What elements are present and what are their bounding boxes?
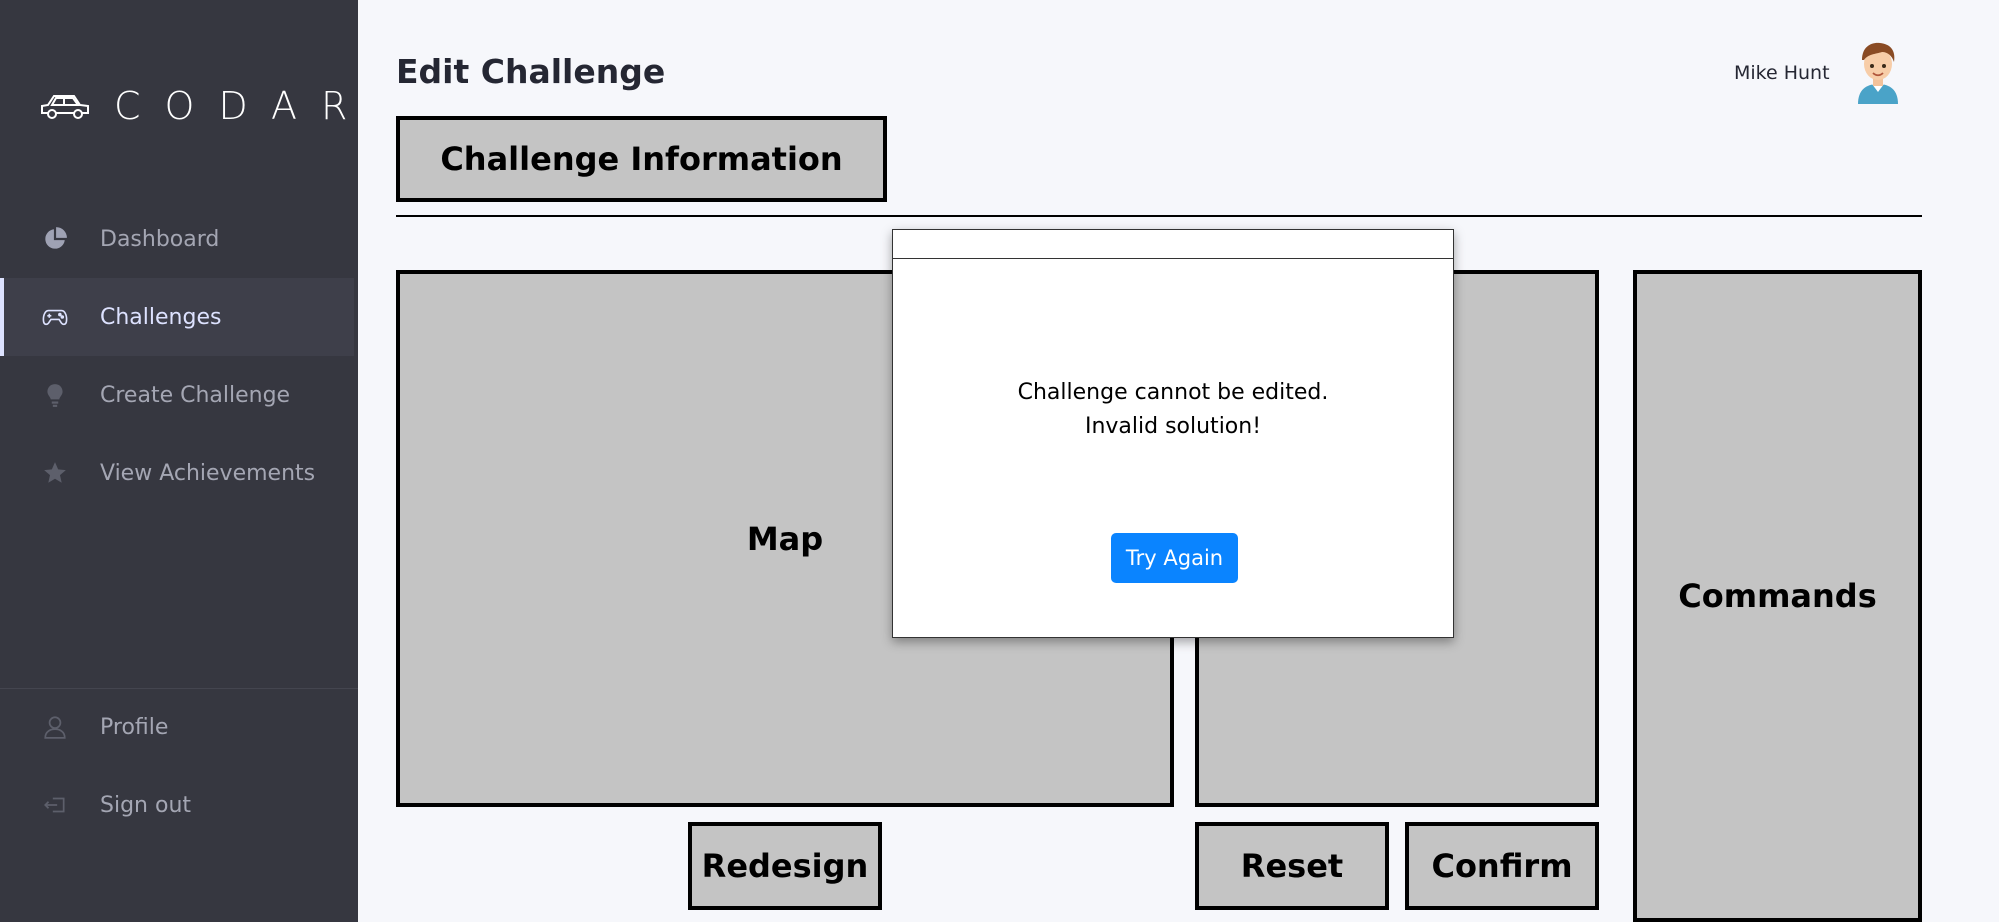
user-name[interactable]: Mike Hunt: [1734, 62, 1830, 84]
tab-challenge-information[interactable]: Challenge Information: [396, 116, 887, 202]
lightbulb-icon: [38, 378, 72, 412]
redesign-button-label: Redesign: [701, 847, 869, 885]
divider: [396, 215, 1922, 217]
confirm-button[interactable]: Confirm: [1405, 822, 1599, 910]
sidebar-item-profile[interactable]: Profile: [0, 688, 354, 766]
reset-button-label: Reset: [1240, 847, 1344, 885]
avatar[interactable]: [1850, 38, 1906, 104]
dialog-message: Challenge cannot be edited. Invalid solu…: [893, 376, 1453, 444]
sign-out-icon: [38, 788, 72, 822]
commands-label: Commands: [1678, 577, 1877, 615]
sidebar-item-label: Dashboard: [100, 226, 220, 252]
page-title: Edit Challenge: [396, 52, 666, 91]
confirm-button-label: Confirm: [1431, 847, 1573, 885]
sidebar-item-label: Create Challenge: [100, 382, 291, 408]
sidebar-item-label: Profile: [100, 714, 169, 740]
redesign-button[interactable]: Redesign: [688, 822, 882, 910]
dialog-message-line-2: Invalid solution!: [1084, 414, 1262, 439]
logo[interactable]: CODAR: [38, 84, 371, 128]
sidebar: CODAR Dashboard Challenges Create Challe…: [0, 0, 358, 922]
pie-chart-icon: [38, 222, 72, 256]
sidebar-item-view-achievements[interactable]: View Achievements: [0, 434, 354, 512]
try-again-button[interactable]: Try Again: [1111, 533, 1238, 583]
error-dialog: Challenge cannot be edited. Invalid solu…: [892, 229, 1454, 638]
map-label: Map: [746, 519, 824, 558]
user-icon: [38, 710, 72, 744]
gamepad-icon: [38, 300, 72, 334]
sidebar-item-label: Sign out: [100, 792, 192, 818]
sidebar-item-challenges[interactable]: Challenges: [0, 278, 354, 356]
dialog-message-line-1: Challenge cannot be edited.: [1017, 380, 1329, 405]
tab-label: Challenge Information: [440, 140, 843, 178]
commands-panel[interactable]: Commands: [1633, 270, 1922, 922]
reset-button[interactable]: Reset: [1195, 822, 1389, 910]
sidebar-item-label: View Achievements: [100, 460, 316, 486]
star-icon: [38, 456, 72, 490]
dialog-header: [893, 230, 1453, 259]
car-icon: [41, 95, 89, 119]
sidebar-item-dashboard[interactable]: Dashboard: [0, 200, 354, 278]
sidebar-item-label: Challenges: [100, 304, 222, 330]
logo-text: CODAR: [114, 84, 372, 128]
sidebar-item-create-challenge[interactable]: Create Challenge: [0, 356, 354, 434]
sidebar-item-sign-out[interactable]: Sign out: [0, 766, 354, 844]
